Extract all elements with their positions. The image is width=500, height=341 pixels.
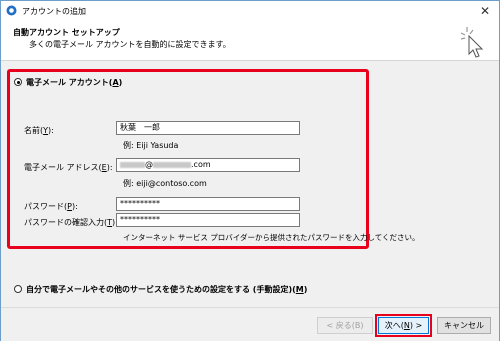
header-subtitle: 多くの電子メール アカウントを自動的に設定できます。 — [29, 40, 231, 49]
add-account-dialog: アカウントの追加 ✕ 自動アカウント セットアップ 多くの電子メール アカウント… — [0, 0, 500, 341]
password-confirm-input[interactable]: ********** — [116, 213, 300, 227]
close-button[interactable]: ✕ — [474, 3, 496, 19]
next-button[interactable]: 次へ(N) > — [378, 317, 429, 334]
email-address-example: 例: eiji@contoso.com — [123, 179, 207, 188]
redacted-domain — [153, 161, 191, 168]
back-button[interactable]: < 戻る(B) — [317, 317, 373, 334]
window-title: アカウントの追加 — [22, 7, 86, 16]
title-bar: アカウントの追加 ✕ — [1, 1, 499, 21]
redacted-username — [120, 161, 145, 168]
cancel-button[interactable]: キャンセル — [437, 317, 491, 334]
outlook-icon — [6, 5, 17, 16]
email-account-radio[interactable] — [14, 78, 22, 86]
click-cursor-icon — [460, 27, 484, 58]
content-area: 電子メール アカウント(A) 名前(Y): 秋葉 一郎 例: Eiji Yasu… — [1, 61, 499, 307]
manual-setup-option-label[interactable]: 自分で電子メールやその他のサービスを使うための設定をする (手動設定)(M) — [26, 284, 307, 295]
password-label: パスワード(P): — [24, 202, 78, 211]
password-confirm-label: パスワードの確認入力(T): — [24, 218, 118, 227]
password-input[interactable]: ********** — [116, 197, 300, 211]
name-input[interactable]: 秋葉 一郎 — [116, 121, 300, 135]
email-address-label: 電子メール アドレス(E): — [24, 163, 113, 172]
name-label: 名前(Y): — [24, 126, 54, 135]
dialog-header: 自動アカウント セットアップ 多くの電子メール アカウントを自動的に設定できます… — [1, 21, 499, 61]
header-title: 自動アカウント セットアップ — [13, 28, 120, 37]
button-bar: < 戻る(B) 次へ(N) > キャンセル — [1, 307, 499, 341]
manual-setup-radio[interactable] — [14, 285, 22, 293]
password-hint: インターネット サービス プロバイダーから提供されたパスワードを入力してください… — [123, 233, 420, 242]
email-account-option-label[interactable]: 電子メール アカウント(A) — [26, 77, 122, 88]
email-address-input[interactable]: @ .com — [116, 158, 300, 172]
name-example: 例: Eiji Yasuda — [123, 141, 179, 150]
